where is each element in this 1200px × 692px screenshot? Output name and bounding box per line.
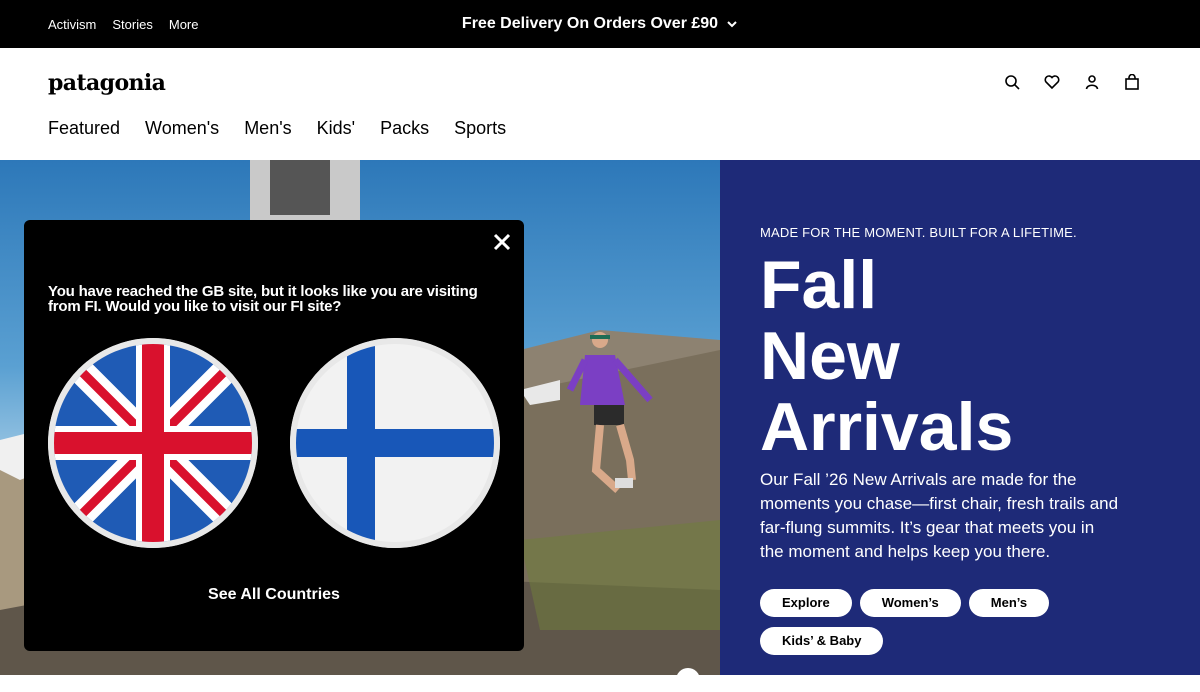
- hero-headline: Fall New Arrivals: [760, 250, 1013, 463]
- heart-icon[interactable]: [1044, 74, 1060, 90]
- promo-banner[interactable]: Free Delivery On Orders Over £90: [0, 0, 1200, 48]
- main-nav: Featured Women's Men's Kids' Packs Sport…: [48, 118, 506, 139]
- site-header: patagonia Featured Women's Men's Kids' P…: [0, 48, 1200, 160]
- nav-packs[interactable]: Packs: [380, 118, 429, 139]
- mens-button[interactable]: Men’s: [968, 589, 1050, 617]
- bag-icon[interactable]: [1124, 73, 1140, 90]
- fi-flag-icon: [290, 338, 500, 548]
- hero-buttons: Explore Women’s Men’s Kids’ & Baby: [760, 589, 1180, 655]
- logo[interactable]: patagonia: [48, 70, 166, 96]
- account-icon[interactable]: [1084, 74, 1100, 90]
- hero-body: Our Fall ’26 New Arrivals are made for t…: [760, 470, 1119, 561]
- headline-line-2: New: [760, 318, 900, 394]
- nav-sports[interactable]: Sports: [454, 118, 506, 139]
- kids-baby-button[interactable]: Kids’ & Baby: [760, 627, 884, 655]
- chevron-down-icon: [727, 21, 737, 28]
- nav-mens[interactable]: Men's: [244, 118, 291, 139]
- top-bar: Activism Stories More Free Delivery On O…: [0, 0, 1200, 48]
- headline-line-3: Arrivals: [760, 389, 1014, 465]
- search-icon[interactable]: [1004, 74, 1020, 90]
- carousel-control[interactable]: [676, 668, 700, 692]
- gb-flag-icon: [48, 338, 258, 548]
- nav-womens[interactable]: Women's: [145, 118, 219, 139]
- nav-featured[interactable]: Featured: [48, 118, 120, 139]
- headline-line-1: Fall: [760, 247, 878, 323]
- explore-button[interactable]: Explore: [760, 589, 852, 617]
- promo-text: Free Delivery On Orders Over £90: [461, 15, 719, 32]
- hero-eyebrow: MADE FOR THE MOMENT. BUILT FOR A LIFETIM…: [760, 225, 1077, 240]
- hero-panel: MADE FOR THE MOMENT. BUILT FOR A LIFETIM…: [720, 160, 1200, 675]
- nav-kids[interactable]: Kids': [317, 118, 355, 139]
- fi-flag-button[interactable]: [290, 338, 500, 548]
- country-modal: You have reached the GB site, but it loo…: [24, 220, 524, 651]
- modal-message: You have reached the GB site, but it loo…: [48, 283, 478, 315]
- header-icons: [1004, 73, 1140, 90]
- close-icon[interactable]: [492, 232, 512, 252]
- womens-button[interactable]: Women’s: [859, 589, 961, 617]
- gb-flag-button[interactable]: [48, 338, 258, 548]
- see-all-countries-link[interactable]: See All Countries: [24, 586, 524, 604]
